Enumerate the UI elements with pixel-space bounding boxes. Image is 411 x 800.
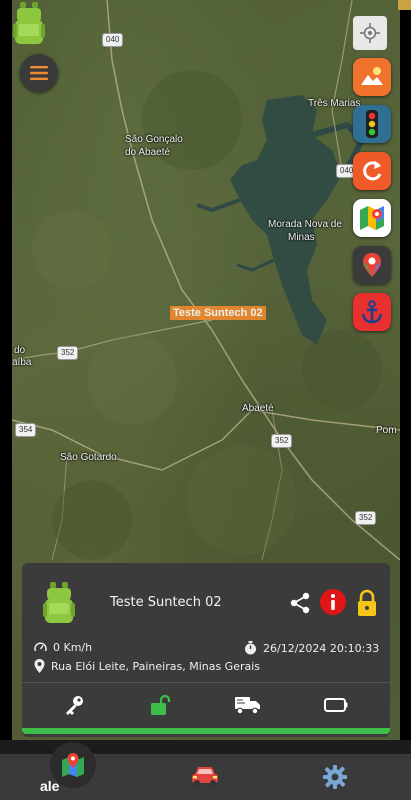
truck-icon [235,697,260,715]
refresh-app-button[interactable] [353,152,391,190]
share-icon[interactable] [288,591,312,615]
anchor-icon [361,300,383,324]
datetime-value: 26/12/2024 20:10:33 [263,641,380,655]
menu-icon [30,66,48,80]
traffic-light-icon [366,110,378,138]
vehicle-map-label[interactable]: Teste Suntech 02 [170,306,266,320]
address-info: Rua Elói Leite, Paineiras, Minas Gerais [34,659,260,673]
nav-vehicles-button[interactable] [190,764,220,792]
shortcut-apps [353,58,391,340]
stopwatch-icon [245,641,256,655]
place-sao-goncalo-2: do Abaeté [125,147,171,158]
unlock-button[interactable] [140,689,180,721]
place-morada-nova: Morada Nova de [268,219,342,230]
edge-text: ale [40,778,60,794]
anchor-app-button[interactable] [353,293,391,331]
google-maps-button[interactable] [353,199,391,237]
speedometer-icon [34,642,47,652]
menu-button[interactable] [20,54,58,92]
card-divider [22,682,390,683]
unlock-icon [151,694,171,715]
datetime-info: 26/12/2024 20:10:33 [244,641,379,655]
place-pom: Pom [376,425,397,436]
google-maps-icon [360,206,384,230]
alert-icon [331,594,335,610]
alert-button[interactable] [320,589,346,615]
vehicle-name: Teste Suntech 02 [110,595,222,610]
speed-info: 0 Km/h [34,641,92,654]
screen-edge-left [0,0,12,800]
screen-edge-right [400,0,411,800]
place-sao-goncalo: São Gonçalo [125,134,183,145]
traffic-app-button[interactable] [353,105,391,143]
google-maps-nav-button[interactable] [353,246,391,284]
map-nav-icon [62,753,84,777]
place-aiba: aíba [12,357,32,368]
place-morada-nova-2: Minas [288,232,315,243]
key-icon [66,696,83,715]
road-352-center: 352 [271,434,293,448]
locate-button[interactable] [353,16,387,50]
road-040-north: 040 [102,33,124,47]
phone-screen: Três Marias São Gonçalo do Abaeté Morada… [0,0,411,800]
road-354: 354 [15,423,37,437]
road-352-west: 352 [57,346,79,360]
place-sao-gotardo: São Gotardo [60,452,117,463]
maps-app-button[interactable] [353,58,391,96]
maps-app-icon [361,67,383,85]
corner-thumbnail [398,0,411,10]
truck-button[interactable] [228,689,268,721]
google-maps-nav-icon [363,253,381,277]
location-pin-icon [34,659,45,673]
refresh-icon [363,161,382,181]
card-status-bar [22,728,390,734]
speed-value: 0 Km/h [53,641,93,654]
vehicle-card-icon [43,582,75,623]
car-nav-icon [192,767,218,786]
key-button[interactable] [54,689,94,721]
place-abaete: Abaeté [242,403,274,414]
battery-button[interactable] [316,689,356,721]
settings-icon [323,765,347,789]
lock-icon[interactable] [356,589,378,617]
battery-icon [324,698,348,712]
nav-settings-button[interactable] [322,764,348,794]
road-352-south: 352 [355,511,377,525]
vehicle-marker-icon[interactable] [12,0,46,48]
crosshair-icon [360,23,380,43]
address-value: Rua Elói Leite, Paineiras, Minas Gerais [51,659,261,673]
place-do: do [14,345,26,356]
vehicle-info-card: Teste Suntech 02 0 Km/h 26/12/2024 20:10… [22,563,390,737]
